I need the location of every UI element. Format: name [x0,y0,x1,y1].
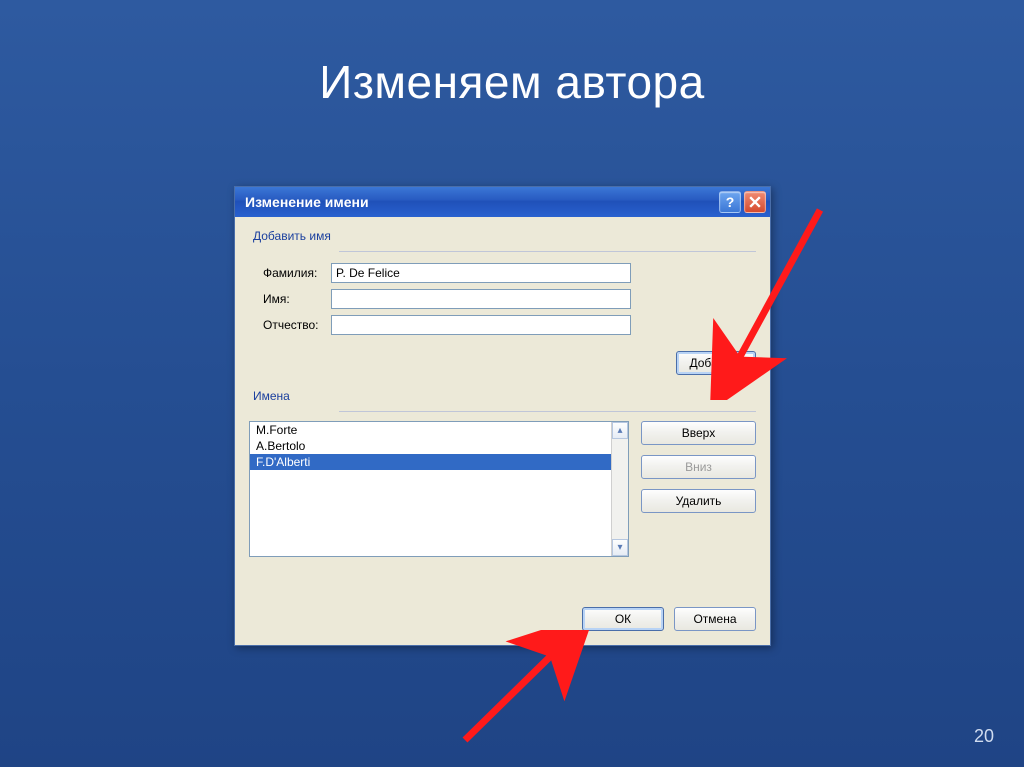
help-button[interactable]: ? [719,191,741,213]
names-list-inner: M.ForteA.BertoloF.D'Alberti [250,422,611,556]
names-area: M.ForteA.BertoloF.D'Alberti ▴ ▾ Вверх Вн… [249,421,756,557]
down-button[interactable]: Вниз [641,455,756,479]
group-add-legend: Добавить имя [253,229,335,243]
dialog-client: Добавить имя Фамилия: Имя: Отчество: Доб… [235,217,770,645]
row-surname: Фамилия: [249,263,756,283]
input-middlename[interactable] [331,315,631,335]
group-add-name: Добавить имя Фамилия: Имя: Отчество: Доб… [249,229,756,379]
scrollbar[interactable]: ▴ ▾ [611,422,628,556]
label-firstname: Имя: [249,292,331,306]
scroll-down-button[interactable]: ▾ [612,539,628,556]
group-names: Имена M.ForteA.BertoloF.D'Alberti ▴ ▾ Вв… [249,389,756,557]
delete-button[interactable]: Удалить [641,489,756,513]
up-button[interactable]: Вверх [641,421,756,445]
input-firstname[interactable] [331,289,631,309]
ok-button[interactable]: ОК [582,607,664,631]
scroll-up-button[interactable]: ▴ [612,422,628,439]
dialog-title: Изменение имени [245,194,716,210]
list-item[interactable]: F.D'Alberti [250,454,611,470]
list-item[interactable]: M.Forte [250,422,611,438]
slide-number: 20 [974,726,994,747]
slide: Изменяем автора Изменение имени ? Добави… [0,0,1024,767]
slide-title: Изменяем автора [0,55,1024,109]
names-listbox[interactable]: M.ForteA.BertoloF.D'Alberti ▴ ▾ [249,421,629,557]
add-button-row: Добавить [249,341,756,379]
group-names-legend: Имена [253,389,294,403]
dialog-actions: ОК Отмена [582,607,756,631]
label-middlename: Отчество: [249,318,331,332]
annotation-arrow-ok [450,630,610,750]
input-surname[interactable] [331,263,631,283]
cancel-button[interactable]: Отмена [674,607,756,631]
close-button[interactable] [744,191,766,213]
titlebar[interactable]: Изменение имени ? [235,187,770,217]
row-firstname: Имя: [249,289,756,309]
scroll-track[interactable] [612,439,628,539]
label-surname: Фамилия: [249,266,331,280]
close-icon [749,196,761,208]
list-item[interactable]: A.Bertolo [250,438,611,454]
dialog-window: Изменение имени ? Добавить имя Фамилия: … [234,186,771,646]
row-middlename: Отчество: [249,315,756,335]
add-button[interactable]: Добавить [676,351,756,375]
list-side-buttons: Вверх Вниз Удалить [641,421,756,557]
